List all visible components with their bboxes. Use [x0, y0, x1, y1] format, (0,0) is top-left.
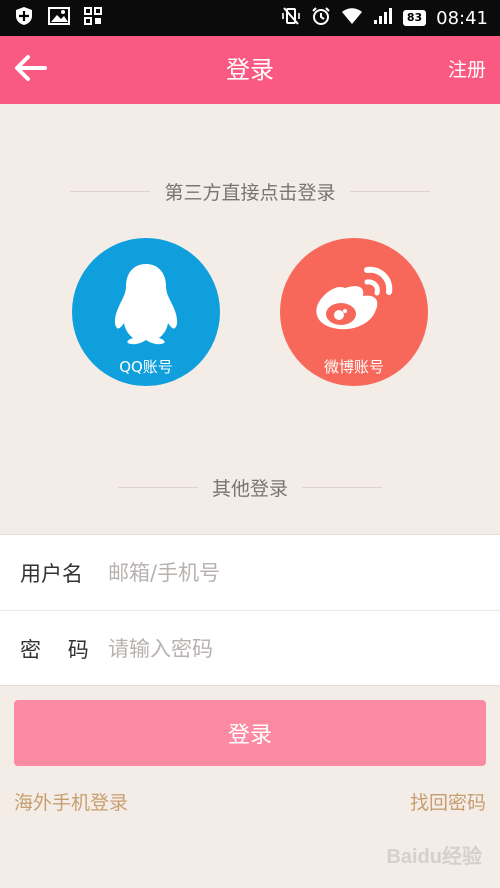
- weibo-login-button[interactable]: 微博账号: [280, 238, 428, 386]
- login-button[interactable]: 登录: [14, 700, 486, 766]
- divider-line-right: [349, 191, 430, 192]
- password-row: 密 码: [0, 611, 500, 687]
- weibo-icon: [309, 260, 399, 350]
- register-button[interactable]: 注册: [448, 36, 486, 104]
- apps-icon: [84, 7, 102, 29]
- other-login-divider: 其他登录: [0, 474, 500, 501]
- username-label: 用户名: [20, 561, 83, 586]
- vibrate-off-icon: [281, 6, 301, 30]
- image-icon: [48, 7, 70, 29]
- login-form: 用户名 密 码: [0, 534, 500, 686]
- wifi-icon: [341, 7, 363, 29]
- status-bar: 83 08:41: [0, 0, 500, 36]
- forgot-password-link[interactable]: 找回密码: [410, 788, 486, 815]
- password-input[interactable]: [96, 629, 500, 669]
- other-login-title: 其他登录: [211, 478, 288, 500]
- overseas-phone-login-link[interactable]: 海外手机登录: [14, 788, 128, 815]
- page-title: 登录: [226, 56, 274, 84]
- third-party-title: 第三方直接点击登录: [164, 182, 336, 204]
- username-row: 用户名: [0, 535, 500, 611]
- weibo-label: 微博账号: [323, 358, 384, 376]
- password-label: 密 码: [20, 638, 89, 662]
- divider-line-left: [117, 487, 198, 488]
- divider-line-right: [302, 487, 382, 488]
- battery-indicator: 83: [402, 10, 427, 26]
- username-input[interactable]: [96, 552, 500, 593]
- signal-icon: [373, 7, 393, 29]
- qq-login-button[interactable]: QQ账号: [72, 238, 220, 386]
- third-party-divider: 第三方直接点击登录: [0, 178, 500, 205]
- qq-penguin-icon: [111, 260, 181, 350]
- clock: 08:41: [436, 7, 488, 29]
- alarm-icon: [311, 6, 331, 30]
- qq-label: QQ账号: [119, 358, 173, 376]
- baidu-watermark: Baidu经验: [386, 846, 482, 868]
- divider-line-left: [70, 191, 151, 192]
- shield-icon: [14, 6, 34, 30]
- header-bar: 登录 注册: [0, 36, 500, 104]
